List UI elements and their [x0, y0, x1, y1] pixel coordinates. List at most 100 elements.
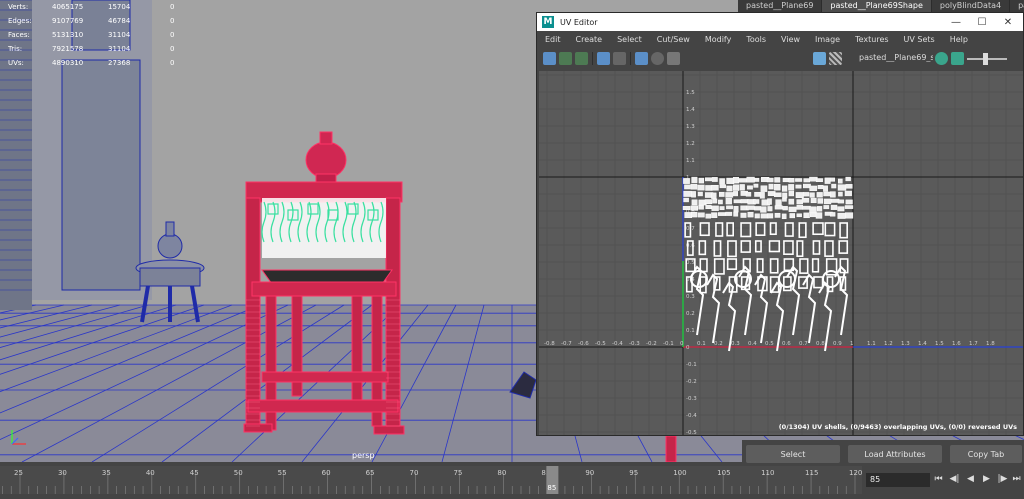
snap-icon[interactable]	[651, 52, 664, 65]
play-forward-icon[interactable]: ▶	[980, 472, 993, 486]
maximize-button[interactable]: ☐	[969, 13, 995, 31]
uv-editor-titlebar[interactable]: M UV Editor — ☐ ✕	[537, 13, 1023, 31]
uv-u-label: -0.8	[544, 341, 555, 347]
menu-item-edit[interactable]: Edit	[537, 33, 568, 47]
hud-label: Faces:	[8, 31, 30, 39]
axis-gizmo-icon	[11, 430, 26, 445]
uv-u-label: 1	[850, 341, 854, 347]
uv-u-label: 0.2	[714, 341, 723, 347]
uv-shell-icon[interactable]	[543, 52, 556, 65]
uv-status-text: (0/1304) UV shells, (0/9463) overlapping…	[778, 423, 1017, 431]
current-frame-field[interactable]: 85	[866, 473, 930, 487]
hud-row: Edges: 9107769 46784 0	[8, 14, 180, 28]
uv-u-label: 0.7	[799, 341, 808, 347]
menu-item-view[interactable]: View	[773, 33, 807, 47]
time-slider[interactable]: 25 30 35 40 45 50 55 60 65 70 75 80 85 90 95 100 105 110 1…	[0, 464, 862, 499]
timeline-tick-label: 110	[761, 469, 774, 477]
attribute-tab[interactable]: polyBlindData4	[932, 0, 1011, 12]
uv-editor-window[interactable]: M UV Editor — ☐ ✕ Edit Create Select Cut/Se…	[536, 12, 1024, 436]
step-back-icon[interactable]: ◀|	[948, 472, 961, 486]
step-forward-icon[interactable]: |▶	[996, 472, 1009, 486]
uv-v-label: 1.1	[686, 158, 695, 164]
uv-u-label: 1.1	[867, 341, 876, 347]
uv-v-label: -0.1	[686, 362, 697, 368]
uv-vertex-icon[interactable]	[559, 52, 572, 65]
gamma-icon[interactable]	[951, 52, 964, 65]
hud-v1: 4065175	[52, 3, 84, 11]
hud-label: UVs:	[8, 59, 24, 67]
uv-u-label: 1.8	[986, 341, 995, 347]
exposure-slider-handle[interactable]	[983, 53, 988, 65]
copy-tab-button[interactable]: Copy Tab	[950, 445, 1022, 463]
uv-edge-icon[interactable]	[575, 52, 588, 65]
menu-item-tools[interactable]: Tools	[738, 33, 773, 47]
uv-v-label: -0.4	[686, 413, 697, 419]
go-to-end-icon[interactable]: ⏭	[1010, 472, 1023, 486]
uv-texture-canvas[interactable]: 1.5 1.4 1.3 1.2 1.1 1 0.9 0.8 0.7 0.6 0.5 0.4 0.3 0.2…	[539, 71, 1023, 435]
hud-v2: 27368	[108, 59, 131, 67]
uv-u-label: 1.7	[969, 341, 978, 347]
select-button[interactable]: Select	[746, 445, 840, 463]
menu-item-textures[interactable]: Textures	[847, 33, 895, 47]
timeline-tick-label: 65	[366, 469, 375, 477]
hud-v3: 0	[170, 31, 175, 39]
uv-face-icon[interactable]	[597, 52, 610, 65]
timeline-tick-label: 115	[805, 469, 818, 477]
hud-v2: 46784	[108, 17, 131, 25]
attribute-tab[interactable]: pasted__P	[1010, 0, 1024, 12]
menu-item-help[interactable]: Help	[942, 33, 975, 47]
menu-item-create[interactable]: Create	[568, 33, 610, 47]
uv-v-label: -0.2	[686, 379, 697, 385]
uv-v-label: 0	[686, 345, 690, 351]
timeline-tick-label: 90	[585, 469, 594, 477]
attribute-tab[interactable]: pasted__Plane69	[738, 0, 823, 12]
uv-v-label: 1.5	[686, 90, 695, 96]
menu-item-select[interactable]: Select	[609, 33, 649, 47]
close-button[interactable]: ✕	[995, 13, 1021, 31]
load-attributes-button[interactable]: Load Attributes	[848, 445, 942, 463]
hud-v2: 31104	[108, 45, 131, 53]
grid-toggle-icon[interactable]	[635, 52, 648, 65]
timeline-tick-label: 35	[102, 469, 111, 477]
uv-u-label: -0.5	[595, 341, 606, 347]
timeline-tick-label: 80	[497, 469, 506, 477]
minimize-button[interactable]: —	[943, 13, 969, 31]
play-back-icon[interactable]: ◀	[964, 472, 977, 486]
timeline-tick-label: 75	[453, 469, 462, 477]
hud-v1: 9107769	[52, 17, 84, 25]
camera-label: persp	[352, 451, 375, 460]
poly-count-hud: Verts: 4065175 15704 0 Edges: 9107769 46784 0 Fa…	[8, 0, 180, 70]
uv-v-label: -0.3	[686, 396, 697, 402]
uv-select-icon[interactable]	[613, 52, 626, 65]
uv-v-label: 0.1	[686, 328, 695, 334]
uv-set-dropdown[interactable]: pasted__Plane69_shac	[859, 53, 933, 62]
menu-item-modify[interactable]: Modify	[697, 33, 739, 47]
hud-label: Edges:	[8, 17, 32, 25]
uv-v-label: -0.5	[686, 430, 697, 435]
hud-v1: 7921578	[52, 45, 84, 53]
hud-v3: 0	[170, 17, 175, 25]
image-display-icon[interactable]	[813, 52, 826, 65]
attribute-tab[interactable]: pasted__Plane69Shape	[822, 0, 932, 12]
menu-item-cut-sew[interactable]: Cut/Sew	[649, 33, 697, 47]
camera-icon[interactable]	[667, 52, 680, 65]
menu-item-image[interactable]: Image	[807, 33, 847, 47]
uv-v-label: 1.2	[686, 141, 695, 147]
hud-v2: 15704	[108, 3, 131, 11]
timeline-tick-label: 50	[234, 469, 243, 477]
go-to-start-icon[interactable]: ⏮	[932, 472, 945, 486]
checker-icon[interactable]	[829, 52, 842, 65]
maya-workspace: Verts: 4065175 15704 0 Edges: 9107769 46784 0 Fa…	[0, 0, 1024, 499]
timeline-tick-label: 40	[146, 469, 155, 477]
exposure-icon[interactable]	[935, 52, 948, 65]
uv-u-label: 0.1	[697, 341, 706, 347]
time-ruler: 25 30 35 40 45 50 55 60 65 70 75 80 85 90 95 100 105 110 1…	[0, 466, 862, 494]
menu-item-uv-sets[interactable]: UV Sets	[896, 33, 942, 47]
hud-v2: 31104	[108, 31, 131, 39]
uv-u-label: 0.6	[782, 341, 791, 347]
timeline-tick-label: 120	[849, 469, 862, 477]
uv-u-label: 1.6	[952, 341, 961, 347]
hud-v3: 0	[170, 45, 175, 53]
uv-u-label: 1.2	[884, 341, 893, 347]
current-frame-label: 85	[547, 484, 556, 492]
